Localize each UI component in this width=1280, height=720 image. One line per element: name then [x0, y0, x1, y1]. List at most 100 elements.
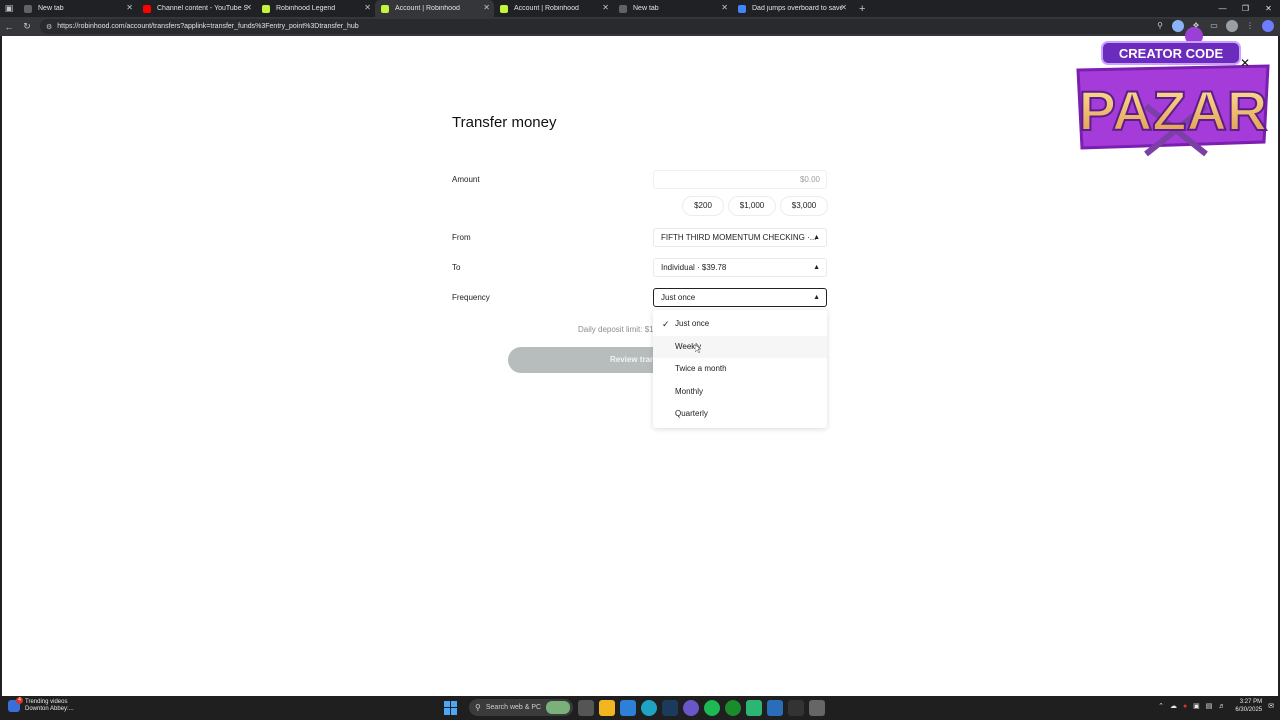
to-select[interactable]: Individual · $39.78 ▲ [653, 258, 827, 277]
clock[interactable]: 3:27 PM 6/30/2025 [1235, 698, 1262, 714]
widget-title: Trending videos [25, 699, 68, 705]
window-controls: — ❐ ✕ [1211, 0, 1280, 17]
close-icon[interactable]: ✕ [840, 3, 847, 12]
file-explorer-icon[interactable] [599, 699, 615, 716]
minimize-icon[interactable]: — [1211, 0, 1234, 17]
from-value: FIFTH THIRD MOMENTUM CHECKING ·... [661, 233, 817, 242]
from-label: From [452, 233, 471, 242]
taskbar-search[interactable]: ⚲ Search web & PC [469, 699, 573, 716]
taskbar: 4 Trending videos Downton Abbey:... ⚲ Se… [0, 696, 1280, 720]
omnibox[interactable]: ⚙ https://robinhood.com/account/transfer… [40, 19, 1180, 34]
preset-1000-button[interactable]: $1,000 [728, 196, 776, 216]
widget-subtitle: Downton Abbey:... [25, 706, 74, 712]
close-icon[interactable]: ✕ [126, 3, 133, 12]
close-icon[interactable]: ✕ [721, 3, 728, 12]
news-widget[interactable]: 4 Trending videos Downton Abbey:... [8, 697, 74, 713]
tab-label: Account | Robinhood [514, 5, 579, 12]
start-icon[interactable] [444, 700, 458, 715]
option-label: Monthly [675, 386, 704, 396]
from-select[interactable]: FIFTH THIRD MOMENTUM CHECKING ·... ▲ [653, 228, 827, 247]
logo-main-text: PAZAR [1079, 79, 1268, 142]
select-arrows-icon: ▲ [813, 234, 820, 241]
robinhood-icon [500, 4, 508, 13]
chevron-up-icon[interactable]: ⌃ [1158, 702, 1164, 710]
url-text: https://robinhood.com/account/transfers?… [57, 23, 359, 30]
deposit-limit-text: Daily deposit limit: $1 [578, 325, 654, 334]
robinhood-icon [262, 4, 270, 13]
google-icon [738, 4, 746, 13]
widget-badge: 4 [16, 697, 23, 704]
record-icon[interactable]: ● [1183, 703, 1187, 710]
checkmark-icon: ✓ [662, 319, 670, 329]
tab-strip: ▣ New tab ✕ Channel content - YouTube St… [0, 0, 1280, 17]
page-title: Transfer money [452, 114, 557, 131]
option-label: Just once [675, 319, 710, 328]
capture-icon[interactable] [809, 699, 825, 716]
preset-200-button[interactable]: $200 [682, 196, 724, 216]
steam-icon[interactable] [662, 699, 678, 716]
app-icon[interactable] [746, 699, 762, 716]
camera-icon[interactable]: ▣ [1193, 702, 1200, 710]
tab-favicon-icon [619, 4, 627, 13]
restore-icon[interactable]: ❐ [1234, 0, 1257, 17]
close-icon[interactable]: ✕ [364, 3, 371, 12]
tab-label: New tab [38, 5, 64, 12]
widget-icon: 4 [8, 697, 23, 712]
mouse-cursor-icon [695, 344, 701, 353]
cloud-icon[interactable]: ☁ [1170, 702, 1177, 710]
new-tab-button[interactable]: + [859, 3, 865, 15]
task-view-icon[interactable] [578, 699, 594, 716]
calculator-icon[interactable] [767, 699, 783, 716]
spotify-icon[interactable] [704, 699, 720, 716]
clock-date: 6/30/2025 [1235, 707, 1263, 713]
reload-icon[interactable]: ↻ [18, 21, 36, 32]
preset-3000-button[interactable]: $3,000 [780, 196, 828, 216]
network-icon[interactable]: ▤ [1206, 702, 1213, 710]
frequency-select[interactable]: Just once ▲ [653, 288, 827, 307]
tab-label: Channel content - YouTube Studio [157, 5, 247, 12]
tab-label: Account | Robinhood [395, 5, 460, 12]
tab-label: Dad jumps overboard to save daughter [752, 5, 842, 12]
search-highlight-icon [546, 701, 570, 714]
tab-search-icon[interactable]: ▣ [0, 0, 18, 17]
amount-input[interactable]: $0.00 [653, 170, 827, 189]
frequency-option-monthly[interactable]: Monthly [653, 381, 827, 404]
edge-icon[interactable] [641, 699, 657, 716]
robinhood-icon [381, 4, 389, 13]
volume-icon[interactable]: ♬ [1218, 703, 1225, 710]
clock-time: 3:27 PM [1239, 699, 1263, 705]
logo-top-text: CREATOR CODE [1119, 46, 1224, 61]
photos-icon[interactable] [620, 699, 636, 716]
overlay-close-icon[interactable]: ✕ [1240, 56, 1250, 70]
tab-4[interactable]: Account | Robinhood ✕ [494, 0, 613, 17]
tab-1[interactable]: Channel content - YouTube Studio ✕ [137, 0, 256, 17]
terminal-icon[interactable] [788, 699, 804, 716]
select-arrows-icon: ▲ [813, 294, 820, 301]
frequency-option-twice-a-month[interactable]: Twice a month [653, 358, 827, 381]
frequency-dropdown: ✓ Just once Weekly Twice a month Monthly… [653, 310, 827, 428]
notifications-icon[interactable]: ✉ [1268, 702, 1274, 710]
search-placeholder: Search web & PC [485, 704, 542, 711]
xbox-icon[interactable] [725, 699, 741, 716]
close-icon[interactable]: ✕ [602, 3, 609, 12]
amount-label: Amount [452, 175, 480, 184]
close-window-icon[interactable]: ✕ [1257, 0, 1280, 17]
option-label: Twice a month [675, 364, 727, 373]
youtube-icon [143, 4, 151, 13]
tab-0[interactable]: New tab ✕ [18, 0, 137, 17]
site-info-icon[interactable]: ⚙ [46, 23, 52, 31]
frequency-option-weekly[interactable]: Weekly [653, 335, 827, 358]
tab-3[interactable]: Account | Robinhood ✕ [375, 0, 494, 17]
tab-favicon-icon [24, 4, 32, 13]
close-icon[interactable]: ✕ [245, 3, 252, 12]
back-icon[interactable]: ← [0, 22, 18, 32]
discord-icon[interactable] [683, 699, 699, 716]
frequency-option-just-once[interactable]: ✓ Just once [653, 313, 827, 336]
close-icon[interactable]: ✕ [483, 3, 490, 12]
tab-2[interactable]: Robinhood Legend ✕ [256, 0, 375, 17]
tab-6[interactable]: Dad jumps overboard to save daughter ✕ [732, 0, 851, 17]
tab-5[interactable]: New tab ✕ [613, 0, 732, 17]
creator-code-logo: CREATOR CODE PAZAR [1076, 27, 1270, 157]
frequency-option-quarterly[interactable]: Quarterly [653, 403, 827, 426]
frequency-value: Just once [661, 293, 696, 302]
